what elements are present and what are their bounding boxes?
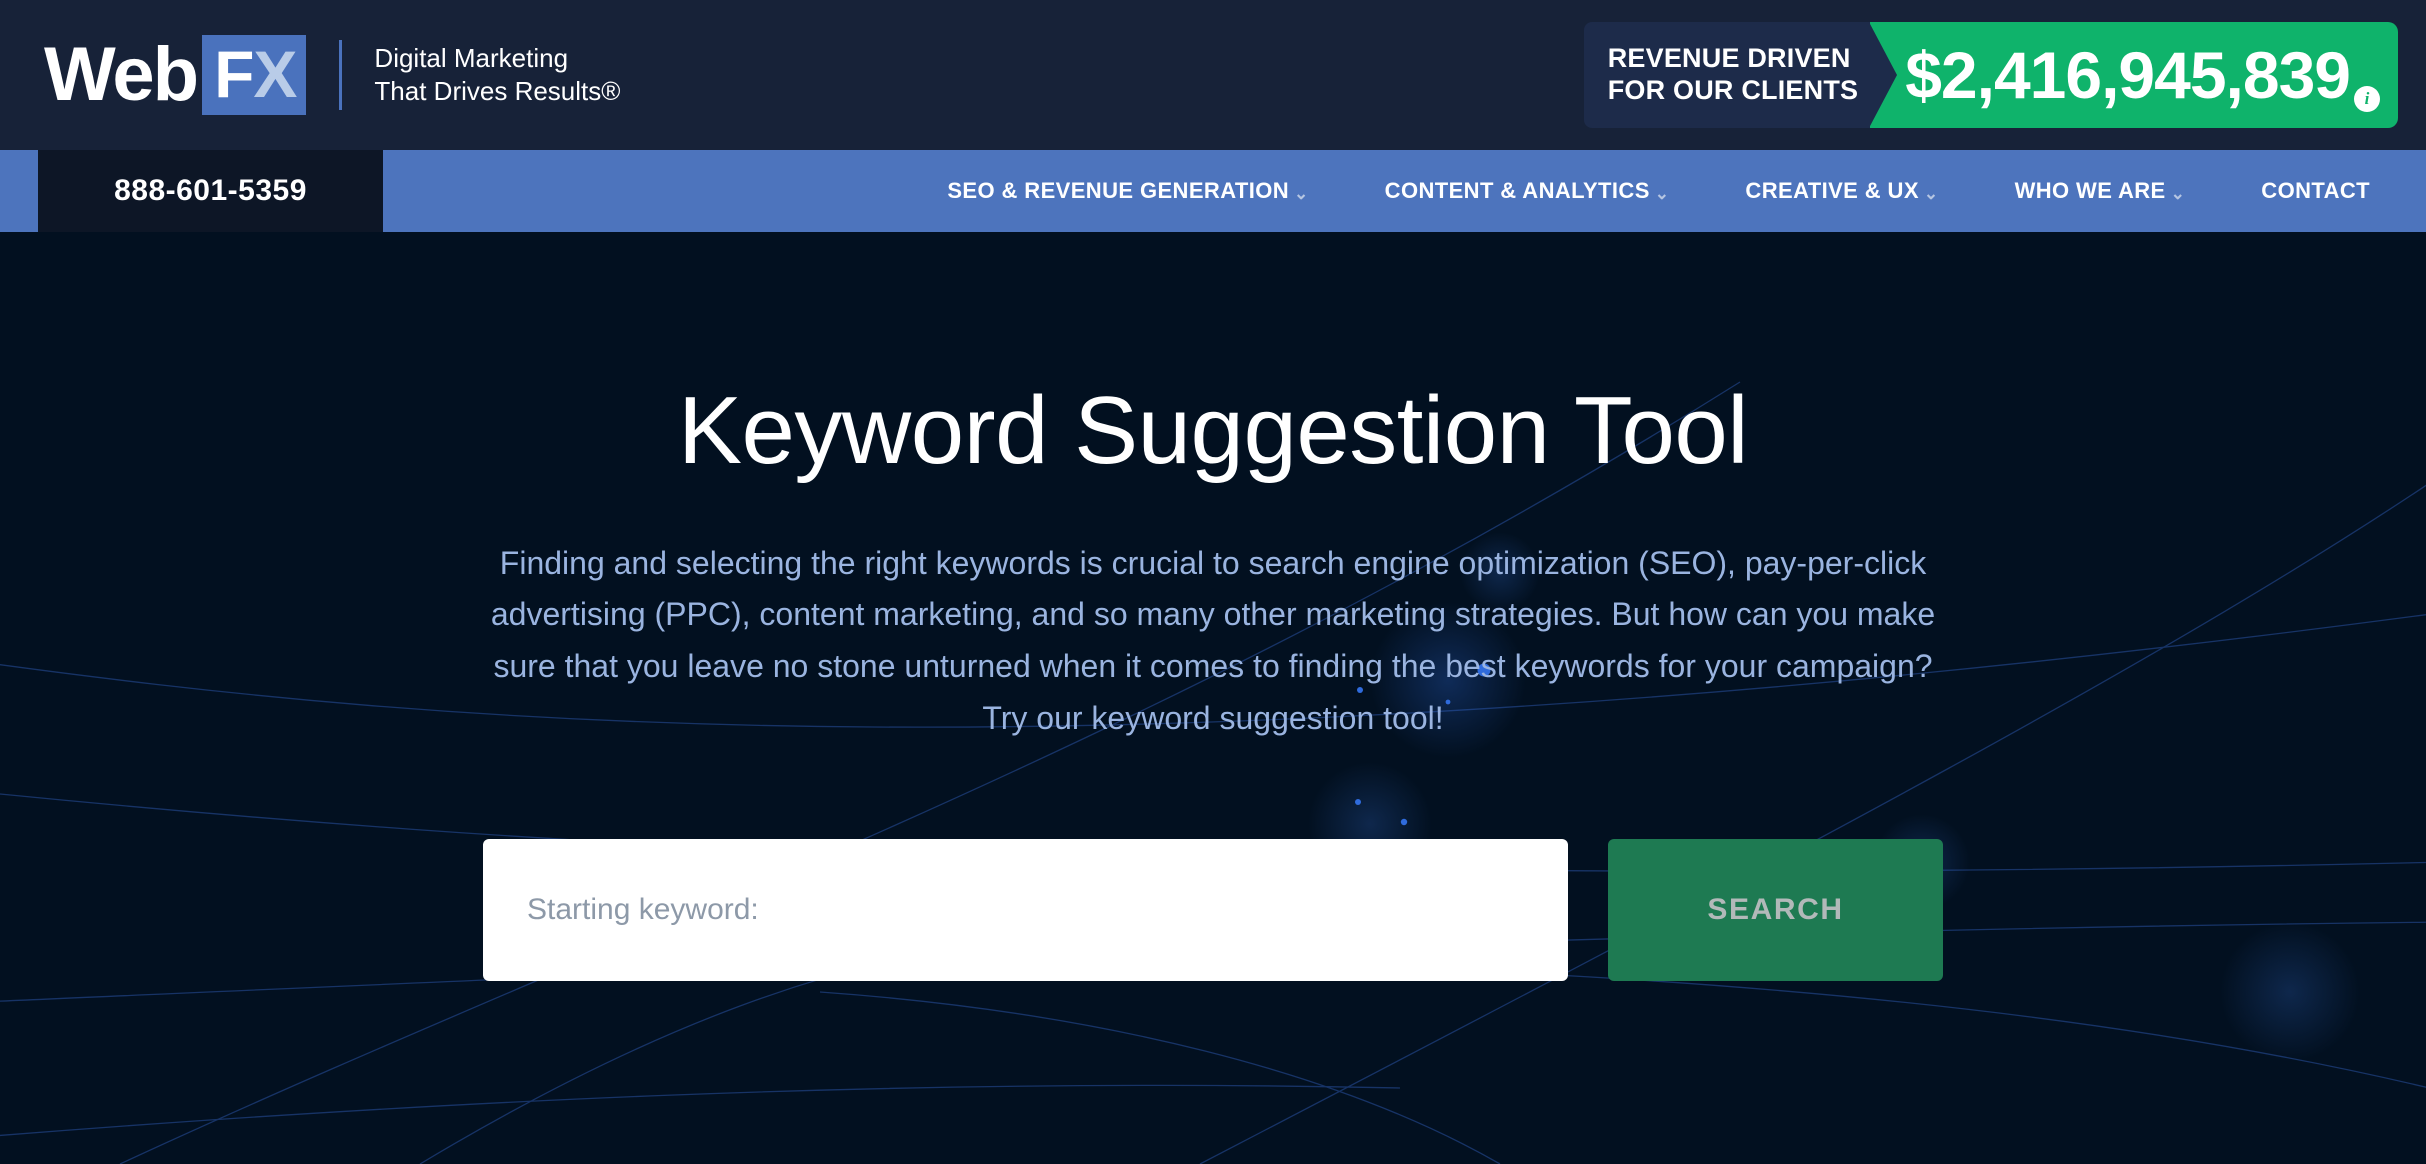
revenue-arrow: [1869, 22, 1898, 128]
nav-item-label: WHO WE ARE: [2014, 178, 2166, 203]
nav-item-content-analytics[interactable]: CONTENT & ANALYTICS ⌄: [1385, 178, 1670, 204]
info-icon[interactable]: i: [2354, 86, 2380, 112]
chevron-down-icon: ⌄: [1654, 183, 1670, 203]
chevron-down-icon: ⌄: [1294, 183, 1309, 203]
nav-item-who-we-are[interactable]: WHO WE ARE ⌄: [2015, 178, 2186, 204]
search-button[interactable]: SEARCH: [1608, 838, 1943, 981]
nav-item-contact[interactable]: CONTACT: [2261, 178, 2370, 204]
phone-number-text: 888-601-5359: [114, 174, 307, 207]
page-title: Keyword Suggestion Tool: [677, 377, 1749, 484]
nav-items-list: SEO & REVENUE GENERATION ⌄ CONTENT & ANA…: [383, 150, 2426, 232]
nav-item-label: CREATIVE & UX: [1745, 178, 1919, 203]
nav-item-creative-ux[interactable]: CREATIVE & UX ⌄: [1745, 178, 1938, 204]
nav-item-label: CONTACT: [2261, 178, 2370, 203]
nav-item-label: CONTENT & ANALYTICS: [1384, 178, 1650, 203]
logo-web-text: Web: [44, 32, 199, 117]
hero-description: Finding and selecting the right keywords…: [490, 544, 1936, 737]
keyword-search-form: SEARCH: [0, 838, 2426, 981]
logo-fx-box: F X: [202, 35, 307, 115]
nav-item-label: SEO & REVENUE GENERATION: [947, 178, 1290, 203]
revenue-amount-text: $2,416,945,839: [1905, 38, 2351, 112]
main-navigation: 888-601-5359 SEO & REVENUE GENERATION ⌄ …: [0, 150, 2426, 232]
phone-number-button[interactable]: 888-601-5359: [38, 150, 383, 232]
revenue-label-line2: FOR OUR CLIENTS: [1607, 75, 1859, 105]
search-input[interactable]: [483, 838, 1568, 981]
tagline: Digital Marketing That Drives Results®: [374, 42, 621, 106]
nav-item-seo-revenue-generation[interactable]: SEO & REVENUE GENERATION ⌄: [947, 178, 1308, 204]
hero-section: Keyword Suggestion Tool Finding and sele…: [0, 232, 2426, 1164]
revenue-amount-box: $2,416,945,839 i: [1869, 22, 2398, 128]
revenue-label: REVENUE DRIVEN FOR OUR CLIENTS: [1583, 22, 1871, 128]
chevron-down-icon: ⌄: [1923, 183, 1939, 203]
logo-fx-f: F: [214, 37, 254, 111]
hero-content: Keyword Suggestion Tool Finding and sele…: [0, 232, 2426, 981]
webfx-logo[interactable]: Web F X: [44, 0, 307, 150]
revenue-label-line1: REVENUE DRIVEN: [1607, 43, 1851, 74]
page-root: Web F X Digital Marketing That Drives Re…: [0, 0, 2426, 1164]
chevron-down-icon: ⌄: [2170, 183, 2186, 203]
logo-fx-x: X: [253, 37, 297, 111]
revenue-banner[interactable]: REVENUE DRIVEN FOR OUR CLIENTS $2,416,94…: [1583, 22, 2398, 128]
top-bar: Web F X Digital Marketing That Drives Re…: [0, 0, 2426, 150]
logo-divider: [339, 40, 343, 110]
